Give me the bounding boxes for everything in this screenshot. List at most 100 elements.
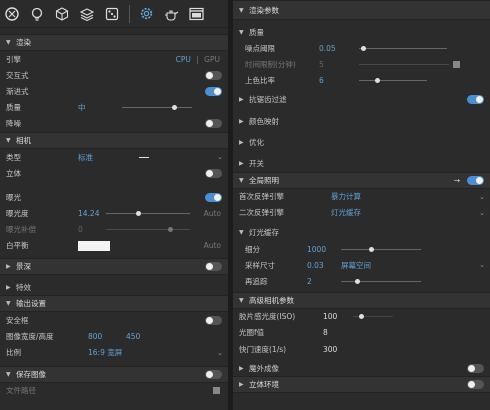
- denoise-toggle[interactable]: [205, 119, 222, 129]
- dice-icon[interactable]: [104, 6, 120, 22]
- section-ir[interactable]: ▶ 魔外成像: [233, 360, 490, 376]
- subdiv-slider-knob[interactable]: [369, 246, 374, 252]
- section-gi-title: 全局照明: [249, 175, 279, 185]
- ratio-value[interactable]: 16:9 宽屏: [88, 347, 122, 358]
- ev-slider-knob[interactable]: [136, 211, 141, 217]
- section-dof[interactable]: ▶ 景深: [0, 258, 228, 276]
- color-ratio-row: 上色比率 6: [233, 73, 490, 89]
- chevron-down-icon[interactable]: ⌄: [217, 349, 223, 357]
- engine-separator: |: [196, 54, 199, 64]
- antialias-toggle[interactable]: [467, 95, 484, 105]
- section-env-title: 立体环境: [249, 380, 279, 390]
- quality-slider-knob[interactable]: [172, 105, 177, 111]
- aperture-value[interactable]: 8: [323, 328, 353, 337]
- iso-value[interactable]: 100: [323, 312, 353, 321]
- retrace-label: 再追踪: [245, 277, 268, 287]
- progressive-toggle[interactable]: [205, 86, 222, 96]
- comp-row: 曝光补偿 0: [0, 222, 228, 238]
- wb-auto-label[interactable]: Auto: [204, 241, 221, 250]
- image-size-row: 图像宽度/高度 800 450: [0, 328, 228, 344]
- engine-cpu-option[interactable]: CPU: [176, 55, 191, 64]
- section-render-params[interactable]: ▼ 渲染参数: [233, 0, 490, 20]
- sample-space-value[interactable]: 屏幕空间: [341, 260, 371, 271]
- time-limit-checkbox[interactable]: [453, 60, 460, 68]
- left-panel: ▼ 渲染 引擎 CPU | GPU 交互式 渐进式 质量 中 降噪 ▼ 相机 类…: [0, 0, 228, 410]
- ev-auto-label[interactable]: Auto: [204, 209, 221, 218]
- file-path-row: 文件路径: [0, 383, 228, 399]
- noise-row: 噪点阈限 0.05: [233, 40, 490, 56]
- chevron-down-icon[interactable]: ⌄: [479, 261, 485, 269]
- chevron-down-icon[interactable]: ⌄: [479, 193, 485, 201]
- retrace-slider[interactable]: [341, 279, 421, 285]
- collapse-arrow-icon: ▼: [239, 6, 244, 14]
- dof-toggle[interactable]: [205, 262, 222, 272]
- chevron-down-icon[interactable]: ⌄: [217, 153, 223, 161]
- iso-slider[interactable]: [353, 314, 393, 320]
- section-antialias[interactable]: ▶ 抗锯齿过滤: [233, 92, 490, 108]
- noise-value[interactable]: 0.05: [319, 44, 359, 53]
- section-render[interactable]: ▼ 渲染: [0, 34, 228, 51]
- chevron-down-icon[interactable]: ⌄: [479, 209, 485, 217]
- color-ratio-slider[interactable]: [359, 78, 427, 84]
- time-limit-row: 时间限制(分钟) 5: [233, 56, 490, 72]
- section-gi[interactable]: ▼ 全局照明 →: [233, 171, 490, 189]
- layers-icon[interactable]: [79, 6, 95, 22]
- subdiv-value[interactable]: 1000: [307, 245, 341, 254]
- section-effects[interactable]: ▶ 特效: [0, 279, 228, 295]
- expand-arrow-icon: ▶: [239, 381, 244, 389]
- section-camera-advanced[interactable]: ▼ 高级相机参数: [233, 291, 490, 309]
- retrace-value[interactable]: 2: [307, 277, 341, 286]
- cube-icon[interactable]: [54, 6, 70, 22]
- image-width-value[interactable]: 800: [88, 332, 126, 341]
- bulb-icon[interactable]: [29, 6, 45, 22]
- interactive-row: 交互式: [0, 67, 228, 83]
- collapse-arrow-icon: ▼: [6, 136, 11, 144]
- folder-icon[interactable]: [213, 386, 220, 394]
- expand-arrow-icon: ▶: [239, 96, 244, 104]
- ev-slider[interactable]: [106, 211, 190, 217]
- section-camera[interactable]: ▼ 相机: [0, 131, 228, 149]
- sample-size-value[interactable]: 0.03: [307, 261, 341, 270]
- noise-slider-knob[interactable]: [361, 45, 366, 51]
- render-icon[interactable]: [4, 6, 20, 22]
- section-switch[interactable]: ▶ 开关: [233, 155, 490, 171]
- retrace-slider-knob[interactable]: [355, 279, 360, 285]
- section-save-image[interactable]: ▼ 保存图像: [0, 365, 228, 383]
- color-ratio-value[interactable]: 6: [319, 76, 359, 85]
- section-env[interactable]: ▶ 立体环境: [233, 376, 490, 394]
- arrow-right-icon[interactable]: →: [454, 176, 460, 185]
- save-image-toggle[interactable]: [205, 369, 222, 379]
- gear-icon[interactable]: [138, 6, 154, 22]
- image-height-value[interactable]: 450: [126, 332, 140, 341]
- primary-engine-value[interactable]: 暴力计算: [331, 191, 361, 202]
- section-light-cache[interactable]: ▼ 灯光缓存: [233, 225, 490, 241]
- comp-slider-knob: [168, 227, 173, 233]
- window-icon[interactable]: [188, 6, 204, 22]
- camera-type-value[interactable]: 标准: [78, 152, 93, 163]
- subdiv-slider[interactable]: [341, 246, 421, 252]
- interactive-toggle[interactable]: [205, 70, 222, 80]
- section-optimize[interactable]: ▶ 优化: [233, 134, 490, 150]
- noise-slider[interactable]: [359, 45, 447, 51]
- exposure-toggle[interactable]: [205, 192, 222, 202]
- time-limit-value: 5: [319, 59, 324, 69]
- iso-slider-knob[interactable]: [359, 314, 364, 320]
- wb-color-swatch[interactable]: [78, 240, 110, 251]
- safe-frame-toggle[interactable]: [205, 315, 222, 325]
- color-ratio-slider-knob[interactable]: [375, 78, 380, 84]
- stereo-toggle[interactable]: [205, 168, 222, 178]
- quality-slider[interactable]: [122, 105, 192, 111]
- env-toggle[interactable]: [467, 380, 484, 390]
- gi-toggle[interactable]: [467, 175, 484, 185]
- collapse-arrow-icon: ▼: [239, 176, 244, 184]
- section-color-map[interactable]: ▶ 颜色映射: [233, 113, 490, 129]
- teapot-icon[interactable]: [163, 6, 179, 22]
- section-quality[interactable]: ▼ 质量: [233, 24, 490, 40]
- ev-value[interactable]: 14.24: [78, 209, 106, 218]
- engine-gpu-option[interactable]: GPU: [204, 55, 220, 64]
- comp-slider: [106, 227, 190, 233]
- secondary-engine-value[interactable]: 灯光缓存: [331, 207, 361, 218]
- shutter-value[interactable]: 300: [323, 345, 353, 354]
- ir-toggle[interactable]: [467, 363, 484, 373]
- section-output[interactable]: ▼ 输出设置: [0, 295, 228, 313]
